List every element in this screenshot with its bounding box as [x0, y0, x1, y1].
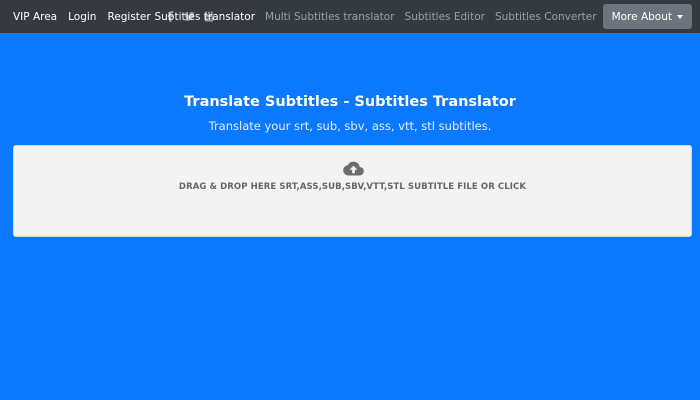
- nav-multi-subtitles-translator[interactable]: Multi Subtitles translator: [265, 11, 395, 23]
- nav-subtitles-translator[interactable]: Subtitles translator: [154, 11, 255, 23]
- login-link[interactable]: Login: [68, 11, 96, 23]
- chevron-down-icon: [677, 14, 683, 19]
- vip-area-link[interactable]: VIP Area: [13, 11, 57, 23]
- subtitle-file-dropzone[interactable]: DRAG & DROP HERE SRT,ASS,SUB,SBV,VTT,STL…: [13, 145, 692, 237]
- navbar-menu: Subtitles translator Multi Subtitles tra…: [154, 0, 692, 33]
- dropzone-instructions: DRAG & DROP HERE SRT,ASS,SUB,SBV,VTT,STL…: [178, 182, 527, 192]
- nav-subtitles-editor[interactable]: Subtitles Editor: [405, 11, 485, 23]
- page-title: Translate Subtitles - Subtitles Translat…: [184, 94, 516, 110]
- top-navbar: VIP Area Login Register Subtitles transl…: [0, 0, 700, 33]
- cloud-upload-icon: [343, 161, 364, 177]
- nav-subtitles-converter[interactable]: Subtitles Converter: [495, 11, 597, 23]
- more-about-dropdown-button[interactable]: More About: [602, 4, 692, 29]
- more-about-label: More About: [611, 10, 672, 23]
- page-subtitle: Translate your srt, sub, sbv, ass, vtt, …: [208, 119, 492, 133]
- register-link[interactable]: Register: [107, 11, 150, 23]
